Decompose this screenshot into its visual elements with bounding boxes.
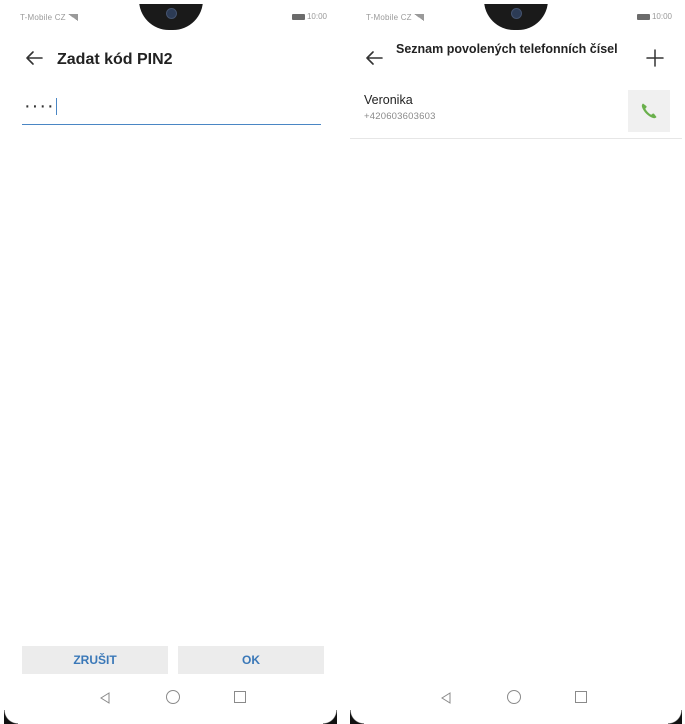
- pin2-input[interactable]: ····: [22, 92, 321, 125]
- nav-back-icon[interactable]: [440, 692, 452, 704]
- page-title: Seznam povolených telefonních čísel: [396, 42, 618, 56]
- carrier-text: T-Mobile CZ: [366, 13, 412, 22]
- pin2-screen-content: T-Mobile CZ 10:00 Zadat kód PIN2 ···· ZR…: [4, 4, 337, 724]
- navigation-bar: [4, 672, 337, 724]
- screen-corner: [350, 710, 364, 724]
- clock: 10:00: [306, 12, 327, 21]
- pin2-masked-value: ····: [24, 95, 55, 117]
- back-arrow-icon[interactable]: [20, 44, 48, 72]
- battery-status: 10:00: [291, 12, 327, 21]
- call-button[interactable]: [628, 90, 670, 132]
- pin2-screen: T-Mobile CZ 10:00 Zadat kód PIN2 ···· ZR…: [0, 0, 343, 724]
- nav-home-icon[interactable]: [166, 690, 180, 704]
- battery-icon: [636, 14, 650, 20]
- dialog-buttons: ZRUŠIT OK: [22, 646, 324, 674]
- contact-list-item[interactable]: Veronika +420603603603: [350, 86, 682, 139]
- carrier-text: T-Mobile CZ: [20, 13, 66, 22]
- signal-icon: [67, 14, 78, 21]
- nav-recent-icon[interactable]: [575, 691, 587, 703]
- camera-notch: [138, 4, 203, 30]
- pin2-input-value: ····: [24, 96, 57, 116]
- carrier-label: T-Mobile CZ: [20, 13, 78, 22]
- fdn-list-screen-content: T-Mobile CZ 10:00 Seznam povolených tele…: [350, 4, 682, 724]
- camera-icon: [165, 8, 177, 19]
- page-title: Zadat kód PIN2: [57, 51, 173, 68]
- app-bar: Seznam povolených telefonních čísel: [350, 30, 682, 86]
- status-bar: T-Mobile CZ 10:00: [350, 4, 682, 30]
- signal-icon: [413, 14, 424, 21]
- battery-icon: [291, 14, 305, 20]
- carrier-label: T-Mobile CZ: [366, 13, 424, 22]
- fdn-list-screen: T-Mobile CZ 10:00 Seznam povolených tele…: [343, 0, 685, 724]
- app-bar: Zadat kód PIN2: [4, 30, 337, 86]
- phone-icon: [641, 103, 657, 119]
- ok-button[interactable]: OK: [178, 646, 324, 674]
- back-arrow-icon[interactable]: [360, 44, 388, 72]
- plus-icon[interactable]: [642, 45, 668, 71]
- clock: 10:00: [651, 12, 672, 21]
- navigation-bar: [350, 672, 682, 724]
- screen-corner: [668, 710, 682, 724]
- status-bar: T-Mobile CZ 10:00: [4, 4, 337, 30]
- contact-number: +420603603603: [364, 111, 436, 122]
- contact-name: Veronika: [364, 93, 413, 107]
- camera-icon: [511, 8, 522, 19]
- nav-back-icon[interactable]: [99, 692, 111, 704]
- battery-status: 10:00: [636, 12, 672, 21]
- nav-home-icon[interactable]: [507, 690, 521, 704]
- screen-corner: [323, 710, 337, 724]
- text-cursor: [55, 98, 57, 116]
- camera-notch: [484, 4, 548, 30]
- screen-corner: [4, 710, 18, 724]
- cancel-button[interactable]: ZRUŠIT: [22, 646, 168, 674]
- nav-recent-icon[interactable]: [234, 691, 246, 703]
